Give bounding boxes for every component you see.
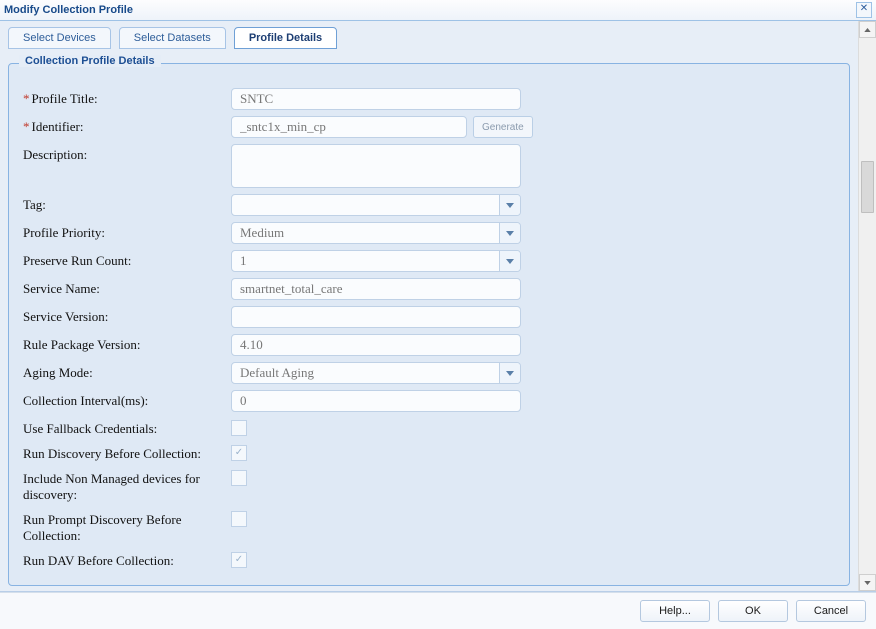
include-non-managed-checkbox[interactable] [231,470,247,486]
profile-details-fieldset: Collection Profile Details *Profile Titl… [8,63,850,586]
ok-button[interactable]: OK [718,600,788,622]
run-dav-checkbox[interactable] [231,552,247,568]
preserve-run-count-combo[interactable]: 1 [231,250,521,272]
aging-mode-combo[interactable]: Default Aging [231,362,521,384]
label-run-prompt-discovery: Run Prompt Discovery Before Collection: [23,509,231,544]
chevron-down-icon [499,251,520,271]
combo-value: 1 [240,253,499,269]
label-tag: Tag: [23,194,231,213]
scroll-down-icon[interactable] [859,574,876,591]
vertical-scrollbar[interactable] [858,21,876,591]
label-text: Profile Title: [32,91,98,106]
scroll-thumb[interactable] [861,161,874,213]
dialog-footer: Help... OK Cancel [0,592,876,629]
close-icon[interactable]: ✕ [856,2,872,18]
window-title: Modify Collection Profile [4,4,856,16]
label-use-fallback: Use Fallback Credentials: [23,418,231,437]
collection-interval-input[interactable] [231,390,521,412]
label-description: Description: [23,144,231,163]
label-service-version: Service Version: [23,306,231,325]
label-run-dav: Run DAV Before Collection: [23,550,231,569]
titlebar: Modify Collection Profile ✕ [0,0,876,21]
use-fallback-checkbox[interactable] [231,420,247,436]
description-textarea[interactable] [231,144,521,188]
label-profile-priority: Profile Priority: [23,222,231,241]
combo-value: Medium [240,225,499,241]
identifier-input[interactable] [231,116,467,138]
tag-combo[interactable] [231,194,521,216]
rule-package-version-input[interactable] [231,334,521,356]
help-button[interactable]: Help... [640,600,710,622]
label-aging-mode: Aging Mode: [23,362,231,381]
generate-button[interactable]: Generate [473,116,533,138]
label-text: Identifier: [32,119,84,134]
dialog-body: Select Devices Select Datasets Profile D… [0,21,876,592]
tab-select-devices[interactable]: Select Devices [8,27,111,49]
label-collection-interval: Collection Interval(ms): [23,390,231,409]
label-profile-title: *Profile Title: [23,88,231,107]
profile-priority-combo[interactable]: Medium [231,222,521,244]
chevron-down-icon [499,363,520,383]
combo-value: Default Aging [240,365,499,381]
label-identifier: *Identifier: [23,116,231,135]
cancel-button[interactable]: Cancel [796,600,866,622]
profile-title-input[interactable] [231,88,521,110]
label-service-name: Service Name: [23,278,231,297]
label-include-non-managed: Include Non Managed devices for discover… [23,468,231,503]
chevron-down-icon [499,195,520,215]
tab-profile-details[interactable]: Profile Details [234,27,337,49]
label-run-discovery: Run Discovery Before Collection: [23,443,231,462]
run-discovery-checkbox[interactable] [231,445,247,461]
content-area: Select Devices Select Datasets Profile D… [0,21,858,591]
label-preserve-run-count: Preserve Run Count: [23,250,231,269]
tab-select-datasets[interactable]: Select Datasets [119,27,226,49]
run-prompt-discovery-checkbox[interactable] [231,511,247,527]
service-version-input[interactable] [231,306,521,328]
fieldset-legend: Collection Profile Details [19,55,161,67]
tab-strip: Select Devices Select Datasets Profile D… [8,27,850,49]
label-rule-package-version: Rule Package Version: [23,334,231,353]
dialog-window: Modify Collection Profile ✕ Select Devic… [0,0,876,629]
chevron-down-icon [499,223,520,243]
service-name-input[interactable] [231,278,521,300]
scroll-up-icon[interactable] [859,21,876,38]
